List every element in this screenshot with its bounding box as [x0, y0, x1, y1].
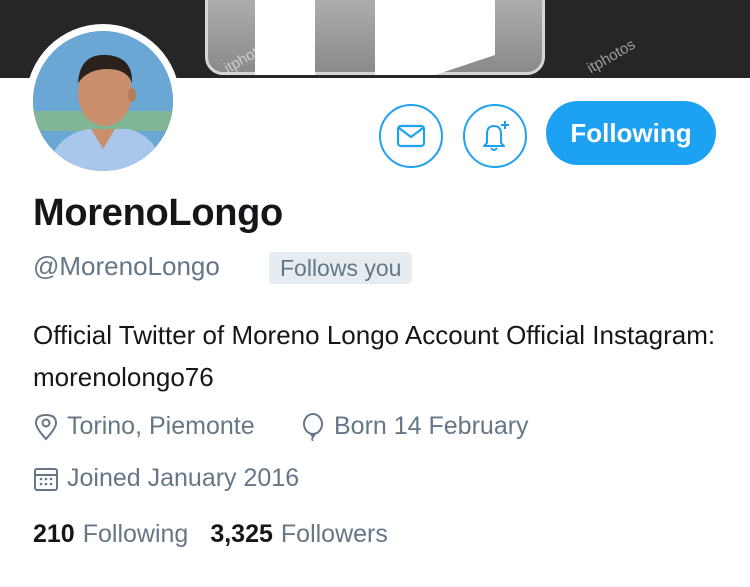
location-text: Torino, Piemonte — [67, 412, 255, 440]
following-count: 210 — [33, 520, 75, 548]
watermark-text: itphotos — [584, 36, 639, 77]
balloon-icon — [303, 412, 323, 441]
calendar-icon — [34, 467, 58, 491]
followers-stat[interactable]: 3,325 Followers — [210, 520, 388, 549]
follows-you-badge: Follows you — [269, 252, 413, 284]
profile-stats: 210 Following 3,325 Followers — [33, 520, 410, 549]
profile-birthday: Born 14 February — [300, 412, 529, 441]
profile-joined: Joined January 2016 — [33, 464, 299, 493]
following-button[interactable]: Following — [546, 101, 716, 165]
banner-logo — [205, 0, 545, 75]
bell-plus-icon — [483, 121, 509, 151]
following-label: Following — [82, 520, 189, 548]
profile-handle[interactable]: @MorenoLongo — [33, 251, 220, 282]
location-pin-icon — [34, 413, 58, 440]
envelope-icon — [396, 124, 426, 148]
notifications-button[interactable] — [463, 104, 527, 168]
profile-name: MorenoLongo — [33, 192, 283, 234]
followers-count: 3,325 — [210, 520, 273, 548]
message-button[interactable] — [379, 104, 443, 168]
followers-label: Followers — [280, 520, 388, 548]
profile-location: Torino, Piemonte — [33, 412, 255, 441]
avatar[interactable] — [33, 31, 173, 171]
birthday-text: Born 14 February — [334, 412, 529, 440]
joined-text: Joined January 2016 — [67, 464, 300, 492]
profile-bio: Official Twitter of Moreno Longo Account… — [33, 320, 716, 392]
following-stat[interactable]: 210 Following — [33, 520, 188, 549]
